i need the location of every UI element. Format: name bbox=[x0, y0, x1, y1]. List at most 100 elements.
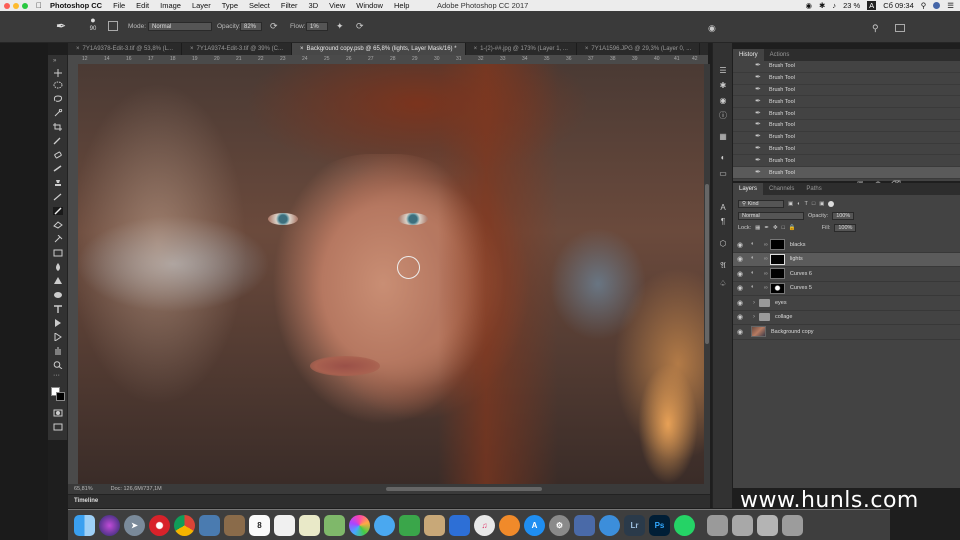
hand-tool-icon[interactable] bbox=[53, 347, 63, 355]
adjustments-panel-icon[interactable]: ◐ bbox=[718, 153, 728, 162]
app-store-icon[interactable]: A bbox=[524, 514, 545, 536]
facetime-icon[interactable] bbox=[399, 514, 420, 536]
history-state[interactable]: ✒ Brush Tool bbox=[733, 108, 960, 120]
keyboard-layout-indicator[interactable]: A bbox=[867, 1, 877, 10]
history-state[interactable]: ✒ Brush Tool bbox=[733, 144, 960, 156]
history-state[interactable]: ✒ Brush Tool bbox=[733, 155, 960, 168]
eraser-tool-icon[interactable] bbox=[53, 221, 63, 229]
lock-all-icon[interactable]: 🔒 bbox=[789, 225, 796, 231]
fill-field[interactable]: 100% bbox=[834, 224, 857, 232]
menu-select[interactable]: Select bbox=[249, 1, 270, 10]
quick-mask-icon[interactable] bbox=[53, 409, 63, 417]
history-brush-tool-icon[interactable] bbox=[53, 193, 63, 201]
chrome-icon[interactable] bbox=[174, 514, 195, 536]
close-tab-icon[interactable]: × bbox=[300, 46, 304, 52]
itunes-icon[interactable]: ♫ bbox=[474, 514, 495, 536]
layer-mask-thumbnail[interactable] bbox=[769, 282, 785, 294]
finder-icon[interactable] bbox=[74, 514, 95, 536]
flow-field[interactable]: 1% bbox=[306, 22, 328, 31]
history-state[interactable]: ✒ Brush Tool bbox=[733, 61, 960, 73]
lasso-tool-icon[interactable] bbox=[53, 95, 63, 103]
document-tab[interactable]: × 7Y1A9378-Edit-3.tif @ 53,8% (L... bbox=[68, 43, 182, 55]
glyphs-panel-icon[interactable]: 𝔄 bbox=[718, 261, 728, 270]
styles-panel-icon[interactable]: ▭ bbox=[718, 169, 728, 178]
maps-icon[interactable] bbox=[324, 514, 345, 536]
notes-icon[interactable] bbox=[224, 514, 245, 536]
document-tab[interactable]: × 7Y1A1596.JPG @ 29,3% (Layer 0, ... bbox=[577, 43, 701, 55]
siri-icon[interactable] bbox=[99, 514, 120, 536]
lock-image-icon[interactable]: ✒ bbox=[764, 225, 769, 231]
tab-channels[interactable]: Channels bbox=[763, 183, 800, 195]
lock-transparent-icon[interactable]: ▦ bbox=[755, 225, 760, 231]
tab-actions[interactable]: Actions bbox=[764, 49, 796, 61]
lock-artboard-icon[interactable]: □ bbox=[782, 225, 785, 231]
layer-row[interactable]: ◉ ◐ ∞ Curves 5 bbox=[733, 282, 960, 296]
zoom-level[interactable]: 65,81% bbox=[74, 486, 93, 492]
document-tab[interactable]: × 1-(2)-##.jpg @ 173% (Layer 1, ... bbox=[466, 43, 577, 55]
quick-selection-tool-icon[interactable] bbox=[53, 108, 63, 117]
tab-history[interactable]: History bbox=[733, 49, 764, 61]
contacts-icon[interactable] bbox=[424, 514, 445, 536]
filter-shape-icon[interactable]: □ bbox=[812, 201, 815, 207]
workspace-switcher-icon[interactable] bbox=[895, 24, 905, 32]
launchpad-icon[interactable]: ➤ bbox=[124, 514, 145, 536]
direct-selection-tool-icon[interactable] bbox=[53, 332, 63, 342]
layer-image-thumbnail[interactable] bbox=[751, 326, 766, 338]
gradient-tool-icon[interactable] bbox=[53, 249, 63, 257]
menu-layer[interactable]: Layer bbox=[192, 1, 211, 10]
search-tool-icon[interactable]: ⚲ bbox=[872, 23, 879, 34]
tab-layers[interactable]: Layers bbox=[733, 183, 764, 195]
close-tab-icon[interactable]: × bbox=[585, 46, 589, 52]
document-size[interactable]: Doc: 126,6M/737,1M bbox=[111, 486, 162, 492]
toolbar-collapse-icon[interactable]: » bbox=[53, 58, 63, 66]
chevron-right-icon[interactable]: › bbox=[753, 314, 755, 320]
menu-view[interactable]: View bbox=[329, 1, 345, 10]
history-panel-icon[interactable]: ☰ bbox=[718, 66, 728, 75]
history-state[interactable]: ✒ Brush Tool bbox=[733, 120, 960, 132]
brush-settings-icon[interactable] bbox=[108, 21, 118, 31]
xcode-icon[interactable] bbox=[574, 514, 595, 536]
screen-mode-icon[interactable] bbox=[53, 423, 63, 431]
visibility-eye-icon[interactable]: ◉ bbox=[733, 241, 747, 249]
menu-image[interactable]: Image bbox=[160, 1, 181, 10]
filter-type-icon[interactable]: T bbox=[805, 201, 808, 207]
whatsapp-icon[interactable] bbox=[674, 514, 695, 536]
history-state[interactable]: ✒ Brush Tool bbox=[733, 73, 960, 85]
filter-adjustment-icon[interactable]: ◐ bbox=[797, 201, 800, 207]
document-tab[interactable]: × 7Y1A9374-Edit-3.tif @ 39% (C... bbox=[182, 43, 292, 55]
visibility-eye-icon[interactable]: ◉ bbox=[733, 328, 747, 336]
document-tab-active[interactable]: × Background copy.psb @ 65,8% (lights, La… bbox=[291, 43, 466, 55]
stickies-icon[interactable] bbox=[299, 514, 320, 536]
menu-window[interactable]: Window bbox=[356, 1, 383, 10]
brush-preset-picker[interactable]: ● 90 bbox=[86, 15, 100, 37]
move-tool-icon[interactable] bbox=[53, 69, 63, 77]
more-tools-icon[interactable]: ··· bbox=[53, 372, 63, 381]
tab-paths[interactable]: Paths bbox=[800, 183, 827, 195]
opera-icon[interactable] bbox=[149, 514, 170, 536]
search-icon[interactable]: ⚲ bbox=[921, 1, 927, 10]
layer-group-row[interactable]: ◉ › collage bbox=[733, 311, 960, 325]
layer-row-selected[interactable]: ◉ ◐ ∞ lights bbox=[733, 252, 960, 267]
dodge-tool-icon[interactable] bbox=[53, 277, 63, 285]
filter-smart-object-icon[interactable]: ▣ bbox=[819, 201, 824, 207]
layer-group-row[interactable]: ◉ › eyes bbox=[733, 296, 960, 311]
tool-presets-panel-icon[interactable]: ♤ bbox=[718, 279, 728, 288]
safari-icon[interactable] bbox=[599, 514, 620, 536]
layer-mask-thumbnail[interactable] bbox=[769, 239, 785, 251]
type-tool-icon[interactable] bbox=[53, 305, 63, 313]
timeline-panel-header[interactable]: Timeline bbox=[68, 494, 710, 508]
notification-center-icon[interactable]: ☰ bbox=[947, 1, 954, 10]
close-tab-icon[interactable]: × bbox=[190, 46, 194, 52]
history-state[interactable]: ✒ Brush Tool bbox=[733, 132, 960, 144]
layer-mask-thumbnail[interactable] bbox=[769, 268, 785, 280]
close-window-button[interactable] bbox=[4, 2, 10, 9]
color-panel-icon[interactable]: ◉ bbox=[718, 96, 728, 105]
menu-3d[interactable]: 3D bbox=[309, 1, 319, 10]
lightroom-icon[interactable]: Lr bbox=[624, 514, 645, 536]
blur-tool-icon[interactable] bbox=[53, 263, 63, 271]
visibility-eye-icon[interactable]: ◉ bbox=[733, 299, 747, 307]
history-state-current[interactable]: ✒ Brush Tool bbox=[733, 167, 960, 179]
app-name-menu[interactable]: Photoshop CC bbox=[50, 1, 102, 10]
info-panel-icon[interactable]: ⓘ bbox=[718, 111, 728, 120]
photoshop-icon[interactable]: Ps bbox=[649, 514, 670, 536]
